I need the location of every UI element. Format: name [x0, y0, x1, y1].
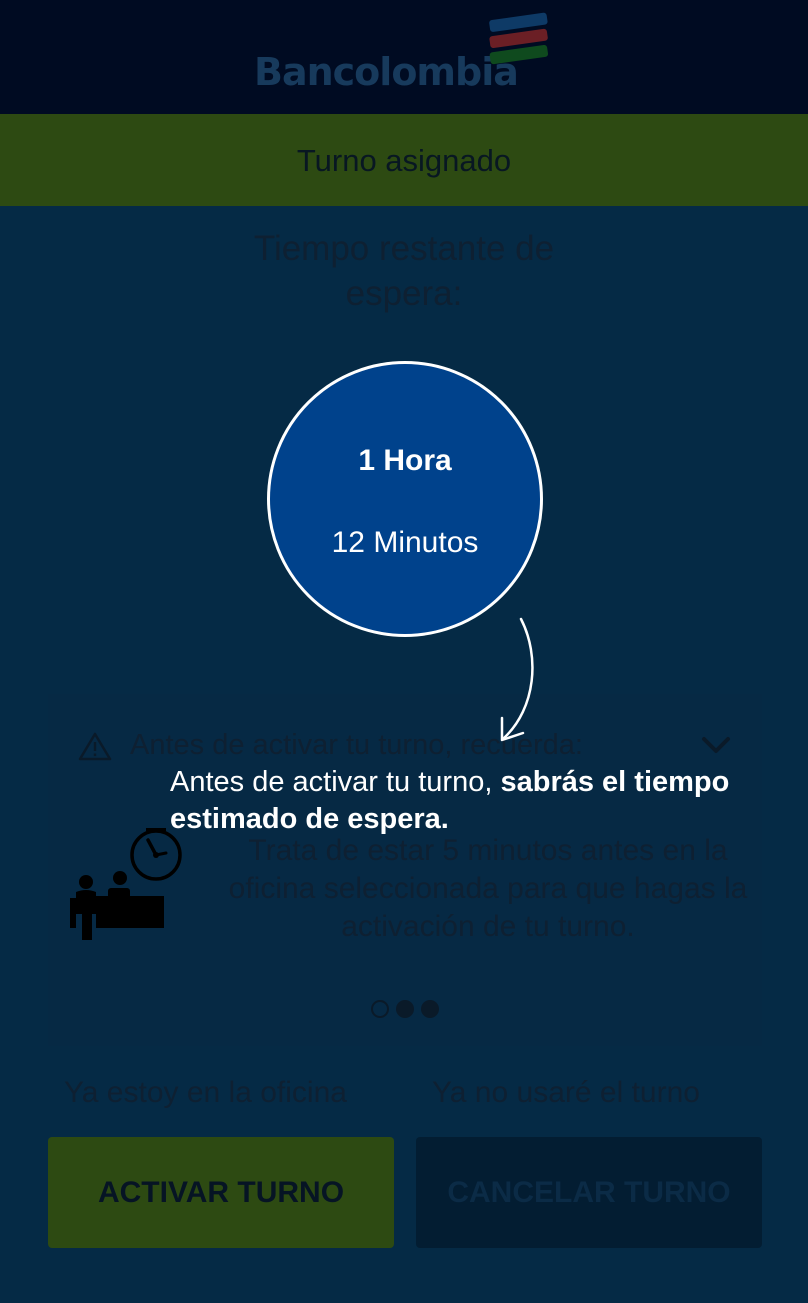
in-office-label: Ya estoy en la oficina — [64, 1076, 347, 1109]
warning-icon — [78, 732, 112, 761]
pager-dot[interactable] — [421, 1000, 439, 1018]
info-card-body: Trata de estar 5 minutos antes en la ofi… — [228, 834, 748, 943]
status-title: Turno asignado — [296, 143, 512, 178]
coach-arrow-icon — [500, 617, 534, 742]
wait-timer: 1 Hora 12 Minutos — [267, 361, 543, 637]
timer-hours: 1 Hora — [358, 444, 452, 477]
app-header: Bancolombia — [0, 0, 808, 114]
brand-logo-text: Bancolombia — [254, 50, 519, 94]
cancel-turn-button[interactable]: CANCELAR TURNO — [416, 1137, 762, 1248]
activate-turn-button[interactable]: ACTIVAR TURNO — [48, 1137, 394, 1248]
waiting-room-icon — [70, 828, 182, 940]
pager-dot[interactable] — [371, 1000, 389, 1018]
chevron-down-icon[interactable] — [700, 735, 732, 755]
wait-title: Tiempo restante de espera: — [253, 229, 555, 313]
coach-message: Antes de activar tu turno, sabrás el tie… — [170, 764, 730, 838]
brand-logo-icon — [489, 12, 549, 65]
pager-dot[interactable] — [396, 1000, 414, 1018]
coach-message-normal: Antes de activar tu turno, — [170, 766, 501, 798]
no-use-label: Ya no usaré el turno — [432, 1076, 700, 1109]
timer-minutes: 12 Minutos — [331, 526, 479, 559]
